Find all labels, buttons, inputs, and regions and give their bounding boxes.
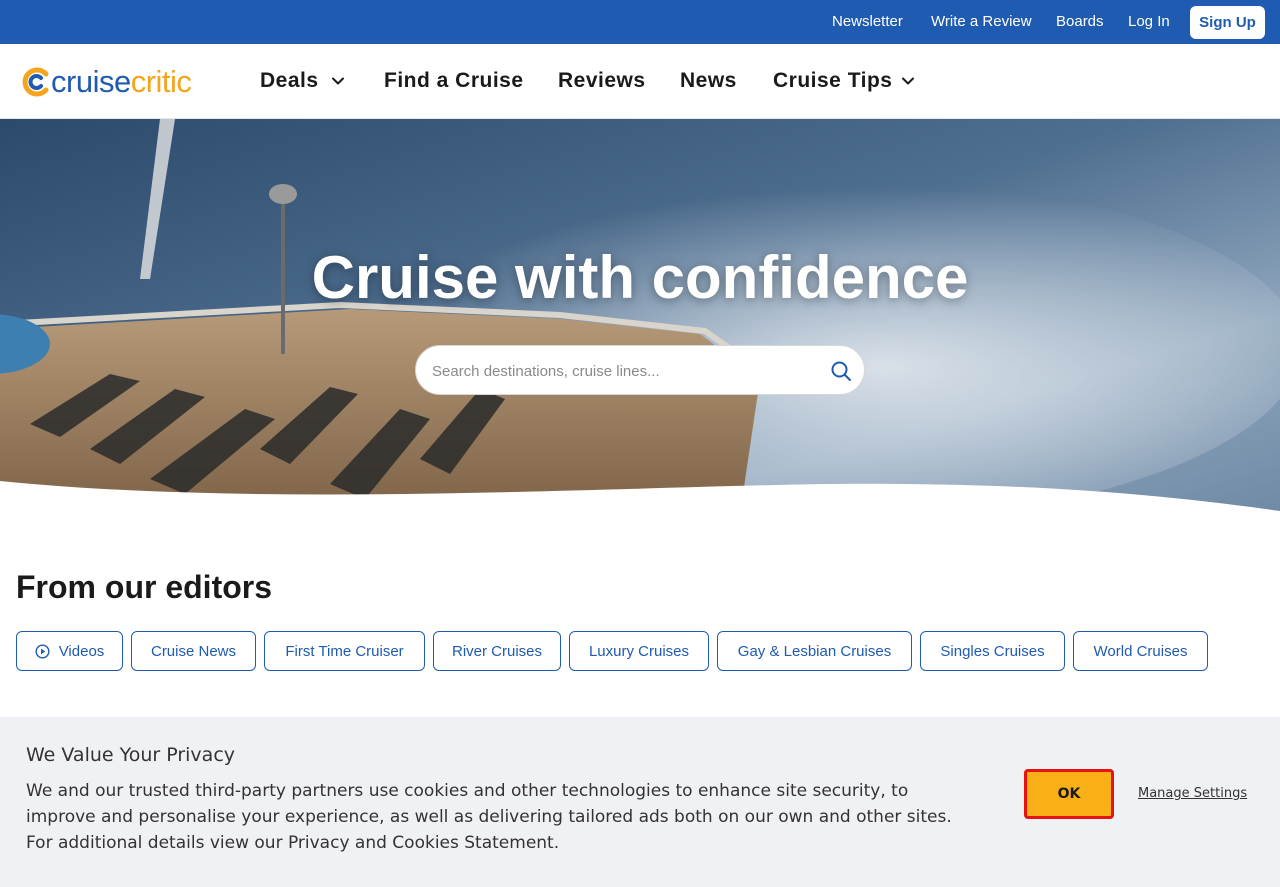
nav-reviews[interactable]: Reviews <box>558 69 646 93</box>
chip-first-time-cruiser[interactable]: First Time Cruiser <box>264 631 425 671</box>
nav-cruise-tips[interactable]: Cruise Tips <box>773 69 892 93</box>
manage-settings-link[interactable]: Manage Settings <box>1138 786 1247 802</box>
chevron-down-icon[interactable] <box>331 74 345 88</box>
chevron-down-icon[interactable] <box>901 74 915 88</box>
chip-cruise-news[interactable]: Cruise News <box>131 631 256 671</box>
nav-find-a-cruise[interactable]: Find a Cruise <box>384 69 524 93</box>
nav-deals[interactable]: Deals <box>260 69 319 93</box>
play-icon <box>35 643 50 659</box>
newsletter-link[interactable]: Newsletter <box>832 13 903 31</box>
logo-wordmark: cruisecritic <box>51 64 192 99</box>
hero-title: Cruise with confidence <box>311 244 969 311</box>
logo-mark-icon <box>22 67 49 97</box>
nav-news[interactable]: News <box>680 69 737 93</box>
search-input[interactable] <box>432 358 822 384</box>
chip-videos[interactable]: Videos <box>16 631 123 671</box>
chip-river-cruises[interactable]: River Cruises <box>433 631 561 671</box>
privacy-body: We and our trusted third-party partners … <box>26 781 952 853</box>
chip-label: Videos <box>58 642 105 660</box>
search-icon[interactable] <box>830 360 852 382</box>
write-review-link[interactable]: Write a Review <box>931 13 1032 31</box>
utility-bar: Newsletter Write a Review Boards Log In … <box>0 0 1280 44</box>
ok-button[interactable]: OK <box>1024 769 1114 819</box>
signup-button[interactable]: Sign Up <box>1190 6 1265 39</box>
main-nav: cruisecritic Deals Find a Cruise Reviews… <box>0 44 1280 119</box>
editors-section-title: From our editors <box>16 569 273 605</box>
login-link[interactable]: Log In <box>1128 13 1170 31</box>
chip-world-cruises[interactable]: World Cruises <box>1073 631 1208 671</box>
hero-wave-divider <box>0 481 1280 514</box>
boards-link[interactable]: Boards <box>1056 13 1104 31</box>
chip-luxury-cruises[interactable]: Luxury Cruises <box>569 631 709 671</box>
privacy-banner: We Value Your Privacy We and our trusted… <box>0 717 1280 887</box>
chip-gay-lesbian-cruises[interactable]: Gay & Lesbian Cruises <box>717 631 912 671</box>
privacy-title: We Value Your Privacy <box>26 744 236 766</box>
hero-banner: Cruise with confidence <box>0 119 1280 514</box>
chip-singles-cruises[interactable]: Singles Cruises <box>920 631 1065 671</box>
search-bar <box>415 345 865 395</box>
cruise-critic-logo[interactable]: cruisecritic <box>20 62 192 102</box>
